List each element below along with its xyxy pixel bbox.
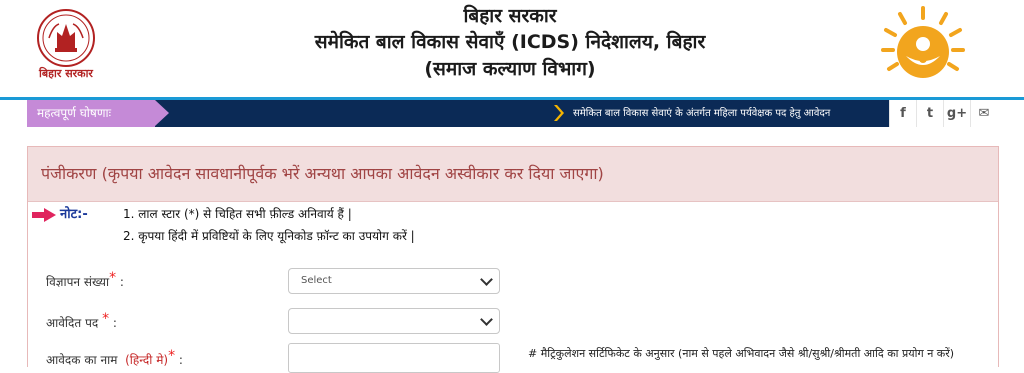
applicant-name-label-text: आवेदक का नाम [46, 353, 118, 367]
google-plus-icon[interactable]: g+ [943, 100, 970, 127]
applied-post-label-text: आवेदित पद [46, 316, 99, 330]
label-colon: : [119, 275, 124, 289]
required-star: * [168, 348, 176, 364]
registration-panel: पंजीकरण (कृपया आवेदन सावधानीपूर्वक भरें … [27, 146, 999, 373]
header-title-line2: समेकित बाल विकास सेवाएँ (ICDS) निदेशालय,… [314, 31, 706, 53]
label-colon: : [178, 353, 183, 367]
announcement-bar: महत्वपूर्ण घोषणाः समेकित बाल विकास सेवाए… [27, 100, 999, 127]
advert-number-select[interactable]: Select [288, 268, 500, 294]
twitter-icon[interactable]: t [916, 100, 943, 127]
registration-panel-header: पंजीकरण (कृपया आवेदन सावधानीपूर्वक भरें … [28, 147, 998, 202]
registration-panel-title: पंजीकरण (कृपया आवेदन सावधानीपूर्वक भरें … [41, 164, 604, 183]
announcement-marquee-link[interactable]: समेकित बाल विकास सेवाएं के अंतर्गत महिला… [573, 100, 830, 127]
facebook-icon[interactable]: f [889, 100, 916, 127]
note-arrow-icon [32, 208, 56, 222]
applied-post-label: आवेदित पद * : [46, 311, 117, 331]
required-star: * [109, 270, 117, 286]
announcement-label: महत्वपूर्ण घोषणाः [27, 100, 169, 127]
advert-number-label-text: विज्ञापन संख्या [46, 275, 110, 289]
applicant-name-hindi-input[interactable] [288, 343, 500, 373]
announcement-bullet-icon [554, 105, 564, 121]
header-title-line3: (समाज कल्याण विभाग) [424, 58, 596, 80]
advert-number-select-value: Select [301, 275, 332, 286]
note-label: नोट:- [60, 207, 88, 222]
page-title-block: बिहार सरकार समेकित बाल विकास सेवाएँ (ICD… [250, 4, 770, 83]
advert-number-label: विज्ञापन संख्या* : [46, 270, 124, 290]
required-star: * [102, 311, 110, 327]
chevron-down-icon [480, 313, 493, 326]
applied-post-select[interactable] [288, 308, 500, 334]
note-item-2: 2. कृपया हिंदी में प्रविष्टियों के लिए य… [123, 229, 415, 243]
applicant-name-hindi-note: (हिन्दी मे) [125, 353, 169, 367]
left-logo-caption: बिहार सरकार [39, 67, 93, 80]
social-share-group: f t g+ ✉ [889, 100, 999, 127]
site-header: बिहार सरकार बिहार सरकार समेकित बाल विकास… [0, 0, 1024, 98]
applicant-name-label: आवेदक का नाम (हिन्दी मे)* : [46, 348, 183, 368]
note-item-1: 1. लाल स्टार (*) से चिहित सभी फ़ील्ड अनि… [123, 207, 352, 221]
icds-logo-icon [881, 6, 965, 78]
header-title-line1: बिहार सरकार [463, 5, 557, 27]
applicant-name-hint: # मैट्रिकुलेशन सर्टिफिकेट के अनुसार (नाम… [528, 347, 955, 360]
mail-icon[interactable]: ✉ [970, 100, 997, 127]
label-colon: : [112, 316, 117, 330]
chevron-down-icon [480, 273, 493, 286]
